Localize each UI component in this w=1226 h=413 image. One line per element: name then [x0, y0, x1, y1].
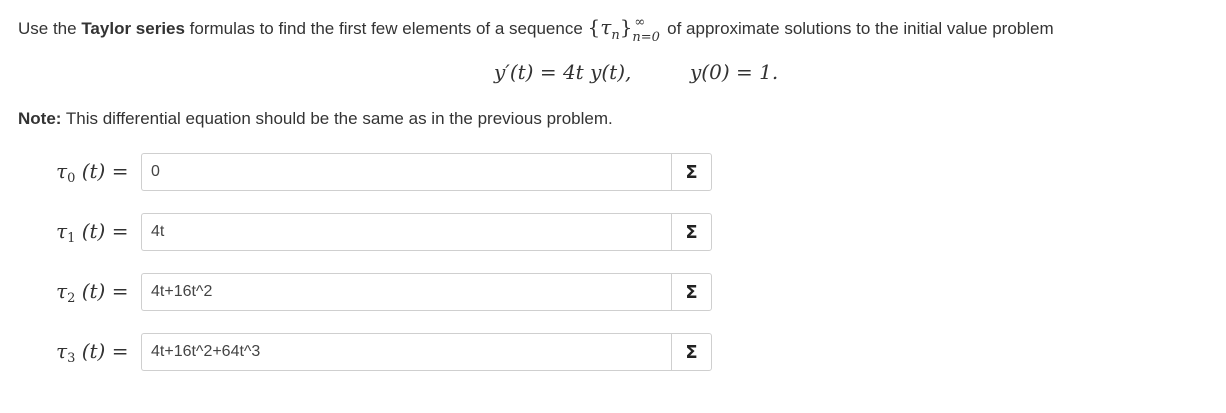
problem-statement: Use the Taylor series formulas to find t…	[18, 15, 1218, 48]
equation-left: y′(t) = 4t y(t),	[494, 60, 632, 84]
sequence-bounds: ∞ n=0	[632, 14, 660, 45]
sigma-button-0[interactable]: Σ	[671, 153, 712, 191]
answer-label-1: τ1 (t) =	[56, 219, 129, 246]
answer-label-3: τ3 (t) =	[56, 339, 129, 366]
note-label: Note:	[18, 109, 62, 128]
sigma-button-3[interactable]: Σ	[671, 333, 712, 371]
intro-bold: Taylor series	[81, 19, 185, 38]
answer-label-0: τ0 (t) =	[56, 159, 129, 186]
intro-middle: formulas to find the first few elements …	[184, 19, 588, 38]
answer-input-1[interactable]: 4t	[141, 213, 671, 251]
sigma-button-2[interactable]: Σ	[671, 273, 712, 311]
answer-input-2[interactable]: 4t+16t^2	[141, 273, 671, 311]
answer-input-0[interactable]: 0	[141, 153, 671, 191]
note: Note: This differential equation should …	[18, 107, 613, 131]
answer-input-3[interactable]: 4t+16t^2+64t^3	[141, 333, 671, 371]
equation-right: y(0) = 1.	[690, 60, 779, 84]
sequence-notation: {τn}	[587, 15, 633, 43]
intro-suffix: of approximate solutions to the initial …	[662, 19, 1054, 38]
answer-row-3: τ3 (t) = 4t+16t^2+64t^3 Σ	[0, 333, 1226, 375]
answer-row-1: τ1 (t) = 4t Σ	[0, 213, 1226, 255]
answer-label-2: τ2 (t) =	[56, 279, 129, 306]
answer-row-0: τ0 (t) = 0 Σ	[0, 153, 1226, 195]
sigma-button-1[interactable]: Σ	[671, 213, 712, 251]
intro-prefix: Use the	[18, 19, 82, 38]
answer-row-2: τ2 (t) = 4t+16t^2 Σ	[0, 273, 1226, 315]
note-text: This differential equation should be the…	[61, 109, 613, 128]
